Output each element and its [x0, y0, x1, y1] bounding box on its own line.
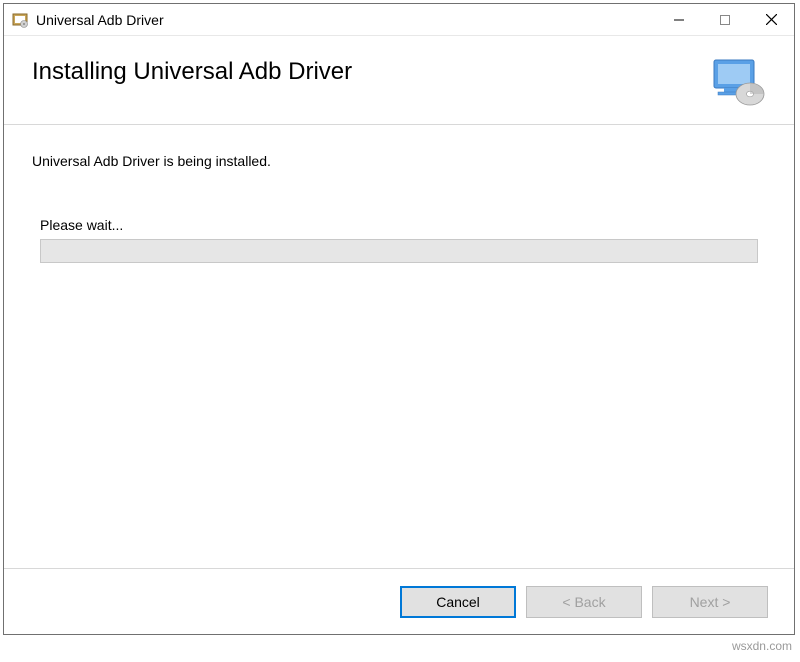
titlebar: Universal Adb Driver — [4, 4, 794, 36]
close-button[interactable] — [748, 4, 794, 35]
computer-disc-icon — [710, 58, 766, 106]
back-button: < Back — [526, 586, 642, 618]
wait-label: Please wait... — [40, 217, 766, 233]
watermark: wsxdn.com — [732, 639, 792, 653]
installer-window: Universal Adb Driver Installing Universa… — [3, 3, 795, 635]
next-button: Next > — [652, 586, 768, 618]
cancel-button[interactable]: Cancel — [400, 586, 516, 618]
header: Installing Universal Adb Driver — [4, 36, 794, 125]
installer-icon — [12, 12, 28, 28]
window-controls — [656, 4, 794, 35]
content-area: Universal Adb Driver is being installed.… — [4, 125, 794, 568]
footer: Cancel < Back Next > — [4, 568, 794, 634]
maximize-button[interactable] — [702, 4, 748, 35]
minimize-button[interactable] — [656, 4, 702, 35]
page-title: Installing Universal Adb Driver — [32, 58, 352, 86]
window-title: Universal Adb Driver — [36, 12, 656, 28]
status-text: Universal Adb Driver is being installed. — [32, 153, 766, 169]
progress-bar — [40, 239, 758, 263]
